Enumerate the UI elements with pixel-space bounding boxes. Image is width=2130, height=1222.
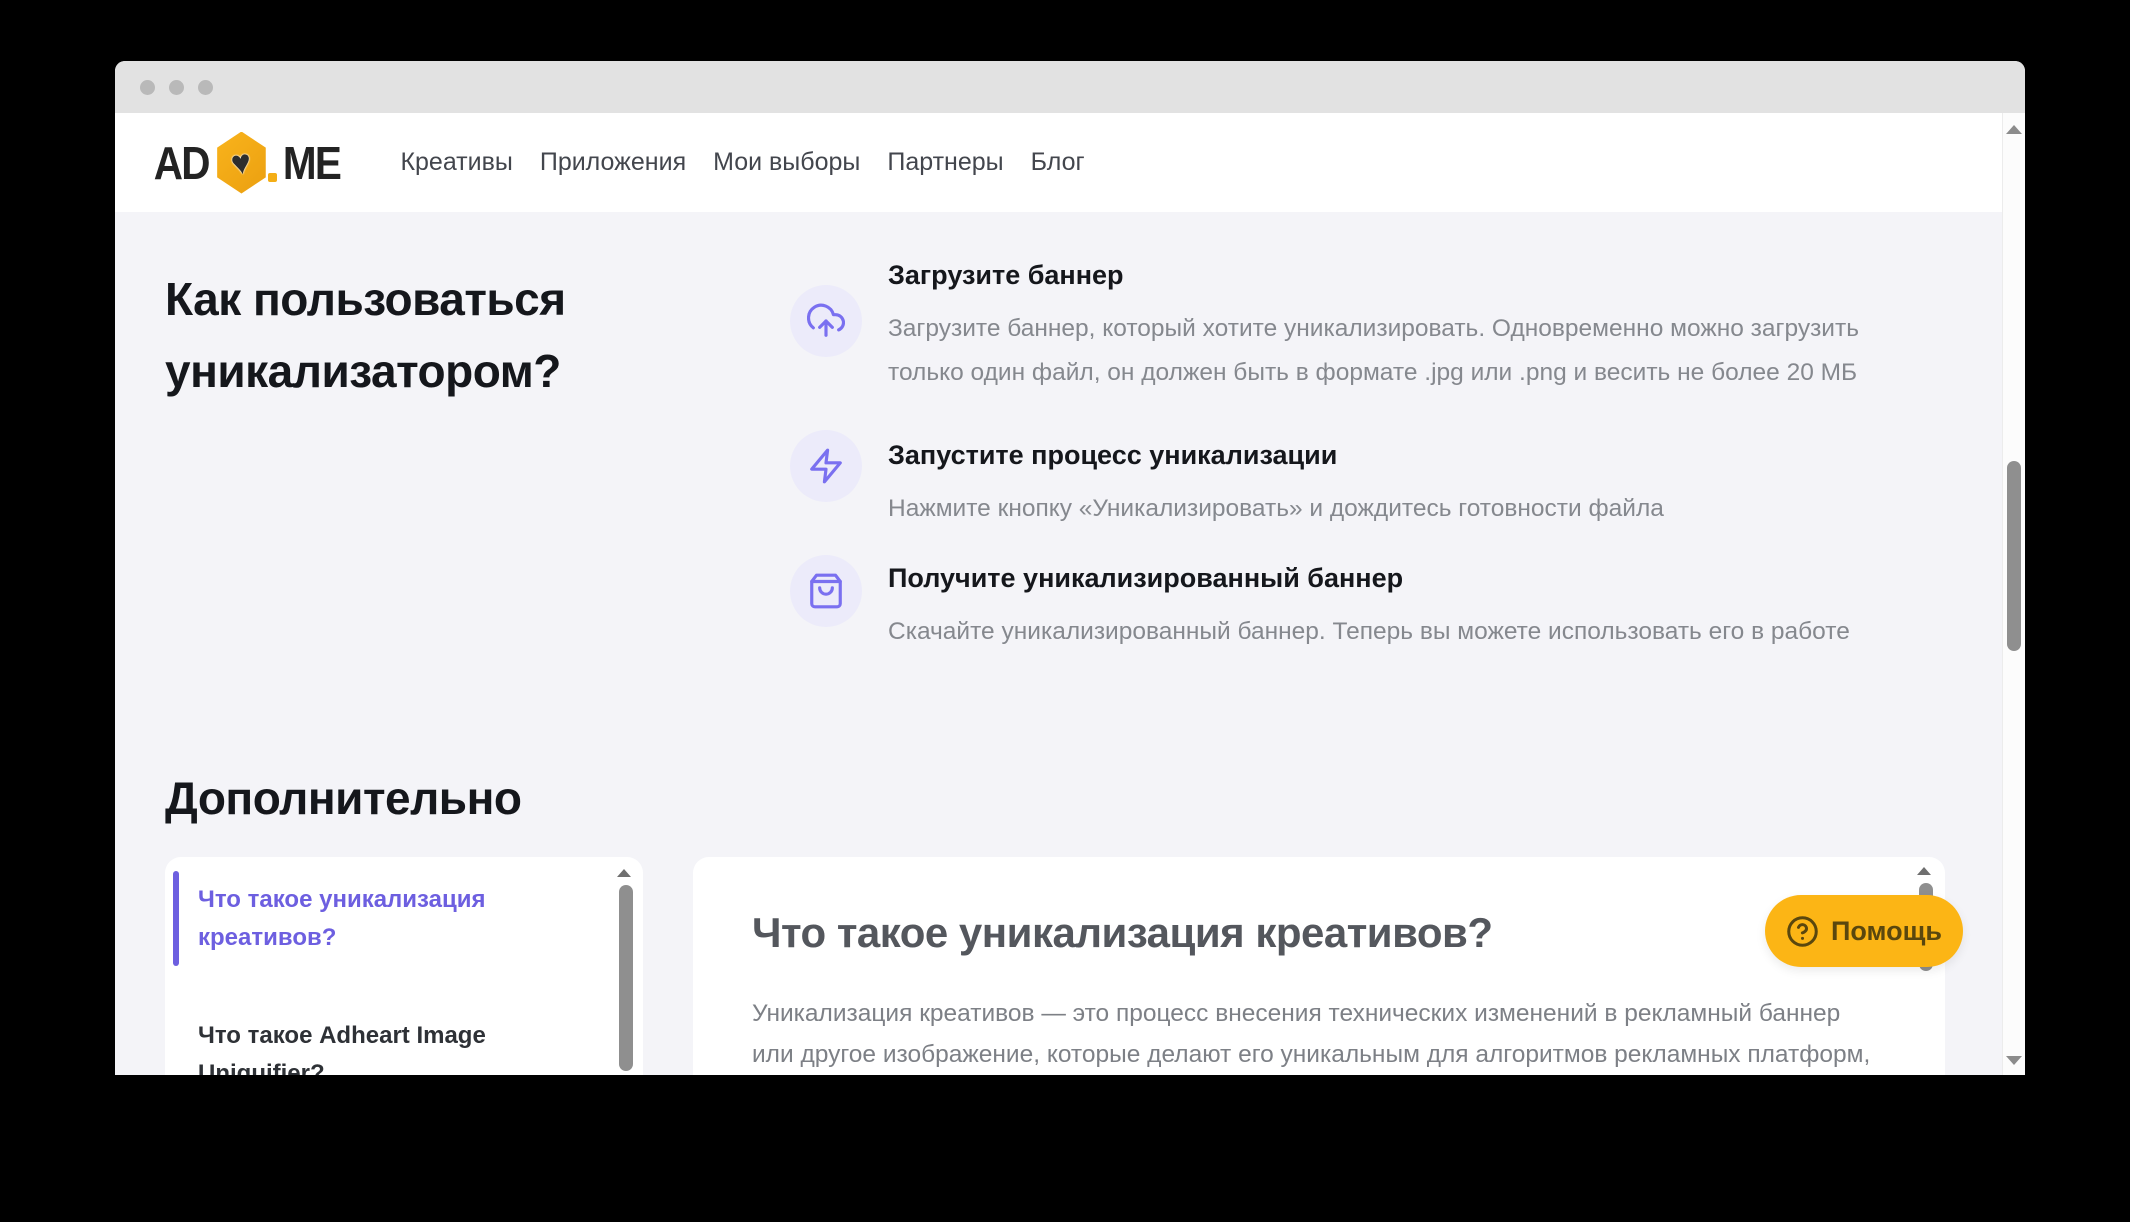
window-close-button[interactable]	[140, 80, 155, 95]
nav-item-blog[interactable]: Блог	[1031, 148, 1085, 177]
logo-hexagon: ♥	[214, 132, 268, 194]
logo-text-prefix: AD	[154, 136, 209, 190]
help-button-label: Помощь	[1831, 916, 1942, 947]
step-1: Загрузите баннер Загрузите баннер, котор…	[888, 260, 1928, 395]
step-3-body: Скачайте уникализированный баннер. Тепер…	[888, 610, 1928, 654]
nav-item-my-picks[interactable]: Мои выборы	[713, 148, 860, 177]
article-title: Что такое уникализация креативов?	[752, 909, 1493, 957]
page-content: AD ♥ ME Креативы Приложения Мои выборы П…	[115, 113, 2002, 1075]
top-navbar: AD ♥ ME Креативы Приложения Мои выборы П…	[115, 113, 2002, 212]
step-1-title: Загрузите баннер	[888, 260, 1928, 291]
nav-item-creatives[interactable]: Креативы	[400, 148, 512, 177]
nav-links: Креативы Приложения Мои выборы Партнеры …	[400, 148, 1084, 177]
question-icon	[1786, 915, 1819, 948]
additional-title: Дополнительно	[165, 771, 521, 825]
step-2: Запустите процесс уникализации Нажмите к…	[888, 440, 1928, 531]
step-2-title: Запустите процесс уникализации	[888, 440, 1928, 471]
nav-item-apps[interactable]: Приложения	[540, 148, 686, 177]
window-maximize-button[interactable]	[198, 80, 213, 95]
step-2-body: Нажмите кнопку «Уникализировать» и дожди…	[888, 487, 1928, 531]
window-titlebar	[115, 61, 2025, 113]
article-card: Что такое уникализация креативов? Уникал…	[693, 857, 1945, 1075]
article-scroll-up-arrow[interactable]	[1917, 867, 1931, 875]
window-minimize-button[interactable]	[169, 80, 184, 95]
cloud-upload-icon	[790, 285, 862, 357]
adheart-logo[interactable]: AD ♥ ME	[150, 132, 344, 194]
active-item-indicator	[173, 871, 179, 966]
scroll-down-arrow[interactable]	[2006, 1056, 2022, 1065]
article-body: Уникализация креативов — это процесс вне…	[752, 993, 1882, 1075]
faq-menu-card: Что такое уникализация креативов? Что та…	[165, 857, 643, 1075]
browser-window: AD ♥ ME Креативы Приложения Мои выборы П…	[115, 61, 2025, 1075]
step-3: Получите уникализированный баннер Скачай…	[888, 563, 1928, 654]
step-3-title: Получите уникализированный баннер	[888, 563, 1928, 594]
desktop-background: AD ♥ ME Креативы Приложения Мои выборы П…	[0, 0, 2130, 1222]
lightning-icon	[790, 430, 862, 502]
menu-item-what-is-image-uniquifier[interactable]: Что такое Adheart Image Uniquifier?	[198, 1017, 568, 1075]
howto-title: Как пользоваться уникализатором?	[165, 263, 685, 407]
nav-item-partners[interactable]: Партнеры	[887, 148, 1003, 177]
browser-scrollbar[interactable]	[2002, 113, 2025, 1075]
bag-icon	[790, 555, 862, 627]
step-1-body: Загрузите баннер, который хотите уникали…	[888, 307, 1928, 395]
scroll-up-arrow[interactable]	[2006, 125, 2022, 134]
menu-scrollbar-thumb[interactable]	[619, 885, 633, 1071]
logo-text-suffix: ME	[283, 136, 340, 190]
menu-item-what-is-uniquification[interactable]: Что такое уникализация креативов?	[198, 881, 568, 957]
help-button[interactable]: Помощь	[1765, 895, 1963, 967]
heart-icon: ♥	[229, 144, 254, 180]
logo-dot	[268, 173, 277, 182]
browser-scrollbar-thumb[interactable]	[2007, 461, 2021, 651]
menu-scroll-up-arrow[interactable]	[617, 869, 631, 877]
